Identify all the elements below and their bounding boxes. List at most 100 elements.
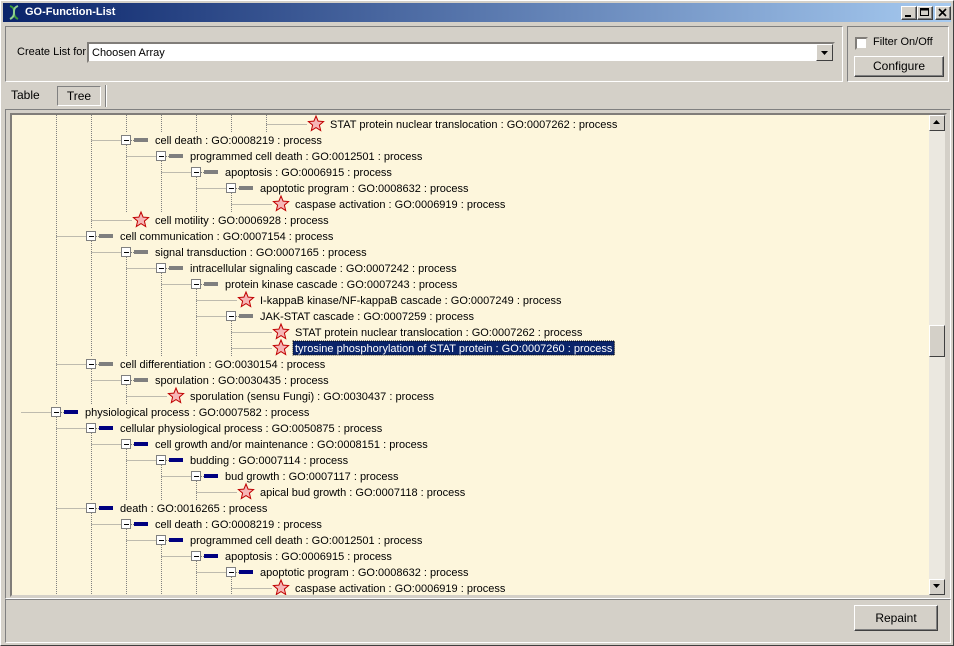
tree-node-label[interactable]: cell differentiation : GO:0030154 : proc… <box>120 359 326 371</box>
maximize-button[interactable] <box>917 6 933 20</box>
tree-node[interactable]: JAK-STAT cascade : GO:0007259 : process <box>196 311 475 323</box>
tree-node[interactable]: signal transduction : GO:0007165 : proce… <box>91 247 368 259</box>
collapse-toggle-icon[interactable] <box>156 263 166 273</box>
collapse-toggle-icon[interactable] <box>191 167 201 177</box>
tree-node-label[interactable]: tyrosine phosphorylation of STAT protein… <box>295 343 613 355</box>
tree-node-label[interactable]: cell death : GO:0008219 : process <box>155 135 322 147</box>
tree-node[interactable]: caspase activation : GO:0006919 : proces… <box>231 578 506 595</box>
tab-table[interactable]: Table <box>5 85 49 105</box>
tree-node-label[interactable]: cellular physiological process : GO:0050… <box>120 423 383 435</box>
tree-node[interactable]: sporulation : GO:0030435 : process <box>91 375 330 387</box>
tree-node[interactable]: physiological process : GO:0007582 : pro… <box>21 407 310 419</box>
star-leaf-icon <box>272 194 290 212</box>
dropdown-button[interactable] <box>816 44 833 61</box>
node-bar-icon <box>134 378 148 382</box>
tree-node[interactable]: cell motility : GO:0006928 : process <box>91 210 330 228</box>
tree-node-label[interactable]: STAT protein nuclear translocation : GO:… <box>330 119 618 131</box>
configure-button[interactable]: Configure <box>854 56 944 77</box>
tree-node-label[interactable]: budding : GO:0007114 : process <box>190 455 349 467</box>
tree-node[interactable]: apoptotic program : GO:0008632 : process <box>196 567 470 579</box>
tree-node-label[interactable]: sporulation (sensu Fungi) : GO:0030437 :… <box>190 391 434 403</box>
tree-node-label[interactable]: programmed cell death : GO:0012501 : pro… <box>190 535 423 547</box>
tree-node-label[interactable]: apoptosis : GO:0006915 : process <box>225 551 392 563</box>
tree-node-label[interactable]: STAT protein nuclear translocation : GO:… <box>295 327 583 339</box>
collapse-toggle-icon[interactable] <box>51 407 61 417</box>
collapse-toggle-icon[interactable] <box>121 247 131 257</box>
tree-node-label[interactable]: cell growth and/or maintenance : GO:0008… <box>155 439 428 451</box>
tree-node-label[interactable]: protein kinase cascade : GO:0007243 : pr… <box>225 279 458 291</box>
tree-node[interactable]: STAT protein nuclear translocation : GO:… <box>266 115 618 132</box>
tree-node[interactable]: programmed cell death : GO:0012501 : pro… <box>126 535 423 547</box>
node-bar-icon <box>204 474 218 478</box>
tree-node[interactable]: protein kinase cascade : GO:0007243 : pr… <box>161 279 458 291</box>
tree-node-label[interactable]: apical bud growth : GO:0007118 : process <box>260 487 466 499</box>
tree-node[interactable]: death : GO:0016265 : process <box>56 503 268 515</box>
create-list-label: Create List for <box>17 46 87 58</box>
tree-node[interactable]: apical bud growth : GO:0007118 : process <box>196 482 466 500</box>
collapse-toggle-icon[interactable] <box>191 279 201 289</box>
collapse-toggle-icon[interactable] <box>121 135 131 145</box>
repaint-button[interactable]: Repaint <box>854 605 938 631</box>
tree-node-label[interactable]: cell death : GO:0008219 : process <box>155 519 322 531</box>
collapse-toggle-icon[interactable] <box>121 375 131 385</box>
tree-node-label[interactable]: cell communication : GO:0007154 : proces… <box>120 231 334 243</box>
tree-node[interactable]: cellular physiological process : GO:0050… <box>56 423 383 435</box>
tab-tree[interactable]: Tree <box>57 86 101 106</box>
title-bar[interactable]: GO-Function-List <box>3 3 951 22</box>
filter-checkbox[interactable] <box>855 37 868 50</box>
tree-node-label[interactable]: apoptotic program : GO:0008632 : process <box>260 567 469 579</box>
collapse-toggle-icon[interactable] <box>156 151 166 161</box>
collapse-toggle-icon[interactable] <box>156 455 166 465</box>
tree-node[interactable]: bud growth : GO:0007117 : process <box>161 471 399 483</box>
tree-node[interactable]: caspase activation : GO:0006919 : proces… <box>231 194 506 212</box>
tree-node-label[interactable]: programmed cell death : GO:0012501 : pro… <box>190 151 423 163</box>
tree-node-label[interactable]: sporulation : GO:0030435 : process <box>155 375 329 387</box>
tree-node-label[interactable]: cell motility : GO:0006928 : process <box>155 215 329 227</box>
tree-panel: STAT protein nuclear translocation : GO:… <box>5 109 951 599</box>
filter-label[interactable]: Filter On/Off <box>873 36 933 48</box>
tree-node[interactable]: budding : GO:0007114 : process <box>126 455 349 467</box>
collapse-toggle-icon[interactable] <box>226 183 236 193</box>
filter-panel: Filter On/Off Configure <box>847 26 949 82</box>
tree-node-label[interactable]: apoptosis : GO:0006915 : process <box>225 167 392 179</box>
collapse-toggle-icon[interactable] <box>226 567 236 577</box>
tree-node-label[interactable]: apoptotic program : GO:0008632 : process <box>260 183 469 195</box>
collapse-toggle-icon[interactable] <box>191 551 201 561</box>
scroll-down-button[interactable] <box>929 579 945 595</box>
tree-node-label[interactable]: caspase activation : GO:0006919 : proces… <box>295 199 506 211</box>
tree-node[interactable]: tyrosine phosphorylation of STAT protein… <box>231 338 615 356</box>
collapse-toggle-icon[interactable] <box>121 439 131 449</box>
tree-node-label[interactable]: intracellular signaling cascade : GO:000… <box>190 263 457 275</box>
tree-node[interactable]: apoptotic program : GO:0008632 : process <box>196 183 470 195</box>
tree-node-label[interactable]: physiological process : GO:0007582 : pro… <box>85 407 310 419</box>
tree-node[interactable]: cell differentiation : GO:0030154 : proc… <box>56 359 326 371</box>
collapse-toggle-icon[interactable] <box>226 311 236 321</box>
collapse-toggle-icon[interactable] <box>191 471 201 481</box>
tree-node[interactable]: I-kappaB kinase/NF-kappaB cascade : GO:0… <box>196 290 562 308</box>
vertical-scrollbar[interactable] <box>929 115 945 595</box>
collapse-toggle-icon[interactable] <box>86 231 96 241</box>
tree-node[interactable]: STAT protein nuclear translocation : GO:… <box>231 322 583 340</box>
close-button[interactable] <box>935 6 951 20</box>
tree-node[interactable]: cell communication : GO:0007154 : proces… <box>56 231 334 243</box>
tree-node[interactable]: intracellular signaling cascade : GO:000… <box>126 263 458 275</box>
collapse-toggle-icon[interactable] <box>86 359 96 369</box>
tree-node-label[interactable]: bud growth : GO:0007117 : process <box>225 471 399 483</box>
tree-node-label[interactable]: I-kappaB kinase/NF-kappaB cascade : GO:0… <box>260 295 562 307</box>
tree-node[interactable]: sporulation (sensu Fungi) : GO:0030437 :… <box>126 386 435 404</box>
scroll-thumb[interactable] <box>929 325 945 357</box>
tree-node-label[interactable]: death : GO:0016265 : process <box>120 503 268 515</box>
minimize-button[interactable] <box>901 6 917 20</box>
scroll-up-button[interactable] <box>929 115 945 131</box>
collapse-toggle-icon[interactable] <box>121 519 131 529</box>
tree-node-label[interactable]: signal transduction : GO:0007165 : proce… <box>155 247 367 259</box>
array-select[interactable]: Choosen Array <box>87 42 835 63</box>
go-tree-view[interactable]: STAT protein nuclear translocation : GO:… <box>10 113 947 597</box>
collapse-toggle-icon[interactable] <box>86 503 96 513</box>
collapse-toggle-icon[interactable] <box>86 423 96 433</box>
tree-node[interactable]: programmed cell death : GO:0012501 : pro… <box>126 151 423 163</box>
tree-node-label[interactable]: JAK-STAT cascade : GO:0007259 : process <box>260 311 474 323</box>
collapse-toggle-icon[interactable] <box>156 535 166 545</box>
tree-node[interactable]: cell growth and/or maintenance : GO:0008… <box>91 439 429 451</box>
tree-node-label[interactable]: caspase activation : GO:0006919 : proces… <box>295 583 506 595</box>
